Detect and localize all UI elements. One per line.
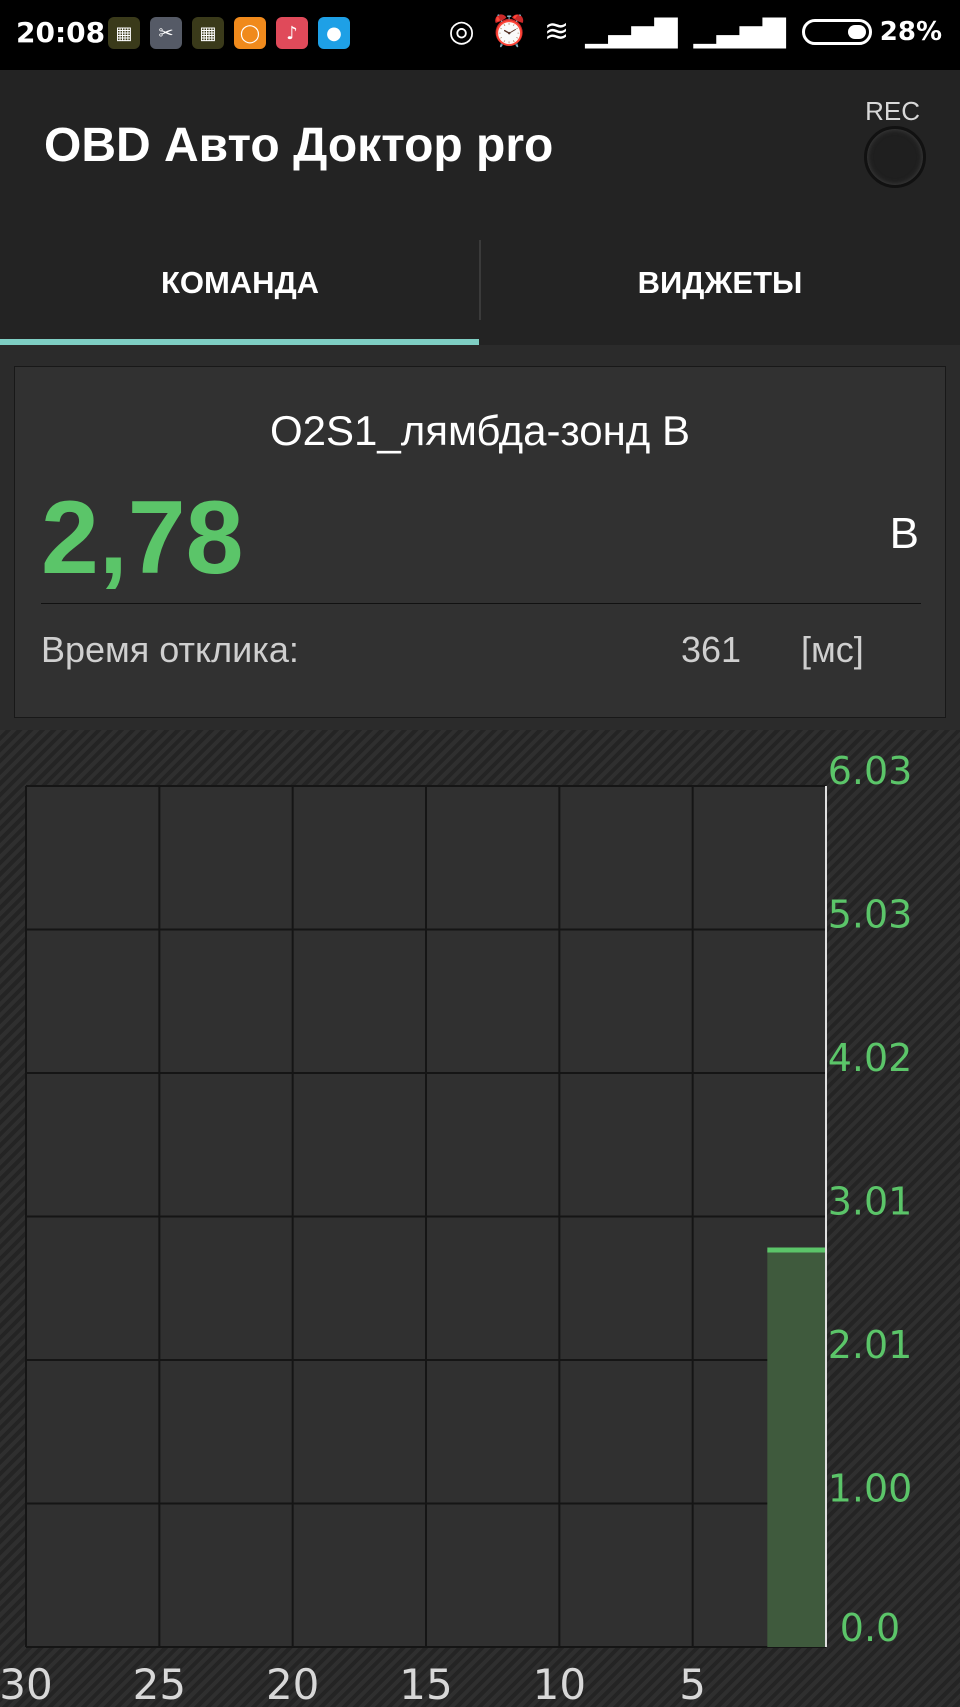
battery-indicator: 28% xyxy=(801,16,942,47)
history-chart: 6.03 5.03 4.02 3.01 2.01 1.00 0.0 30 25 20 15 10 5 xyxy=(0,749,913,1707)
app-title: OBD Авто Доктор pro xyxy=(44,119,554,172)
rec-button[interactable] xyxy=(864,126,926,188)
battery-percent: 28% xyxy=(879,16,942,47)
music-icon: ♪ xyxy=(276,17,308,49)
response-time-value: 361 xyxy=(681,629,742,670)
app-bar: OBD Авто Доктор pro REC xyxy=(0,70,960,220)
wifi-icon: ≋ xyxy=(544,14,570,49)
notification-icons: ▦ ✂ ▦ ◯ ♪ ● xyxy=(108,17,350,49)
data-bar xyxy=(767,1250,826,1647)
status-time: 20:08 xyxy=(16,16,106,49)
y-tick-label: 3.01 xyxy=(828,1180,913,1224)
x-tick-label: 5 xyxy=(679,1660,706,1707)
drop-icon: ● xyxy=(318,17,350,49)
app-icon: ▦ xyxy=(108,17,140,49)
sensor-card[interactable]: O2S1_лямбда-зонд В 2,78 В Время отклика:… xyxy=(14,366,946,718)
response-time-unit: [мс] xyxy=(801,629,864,670)
status-bar: 20:08 ▦ ✂ ▦ ◯ ♪ ● ◎ ⏰ ≋ ▁▃▅▇ ▁▃▅▇ 28% xyxy=(0,0,960,70)
x-tick-label: 30 xyxy=(0,1660,53,1707)
active-tab-indicator xyxy=(0,339,479,345)
divider xyxy=(41,603,921,604)
alarm-icon: ⏰ xyxy=(490,14,529,49)
battery-icon xyxy=(801,18,872,45)
chat-icon: ◯ xyxy=(234,17,266,49)
x-tick-label: 10 xyxy=(533,1660,586,1707)
y-tick-label: 1.00 xyxy=(828,1467,913,1511)
y-tick-label: 2.01 xyxy=(828,1323,913,1367)
graph-area: 6.03 5.03 4.02 3.01 2.01 1.00 0.0 30 25 20 15 10 5 xyxy=(0,730,960,1707)
system-icons: ◎ ⏰ ≋ ▁▃▅▇ ▁▃▅▇ 28% xyxy=(448,14,942,49)
y-tick-label: 4.02 xyxy=(828,1036,913,1080)
hotspot-icon: ◎ xyxy=(448,14,475,49)
app-icon: ▦ xyxy=(192,17,224,49)
app-icon: ✂ xyxy=(150,17,182,49)
rec-label: REC xyxy=(865,96,920,126)
y-tick-label: 5.03 xyxy=(828,893,913,937)
sensor-unit: В xyxy=(889,509,919,558)
x-tick-label: 20 xyxy=(266,1660,319,1707)
tab-bar: КОМАНДА ВИДЖЕТЫ xyxy=(0,220,960,345)
sensor-value: 2,78 xyxy=(41,480,244,596)
x-tick-label: 25 xyxy=(133,1660,186,1707)
signal-icon: ▁▃▅▇ xyxy=(693,14,786,49)
x-tick-label: 15 xyxy=(399,1660,452,1707)
tab-command[interactable]: КОМАНДА xyxy=(0,220,480,345)
response-time-label: Время отклика: xyxy=(41,629,299,670)
sensor-name: O2S1_лямбда-зонд В xyxy=(270,407,690,454)
y-tick-label: 0.0 xyxy=(840,1606,900,1650)
signal-icon: ▁▃▅▇ xyxy=(585,14,678,49)
y-tick-label: 6.03 xyxy=(828,749,913,793)
tab-widgets[interactable]: ВИДЖЕТЫ xyxy=(480,220,960,345)
